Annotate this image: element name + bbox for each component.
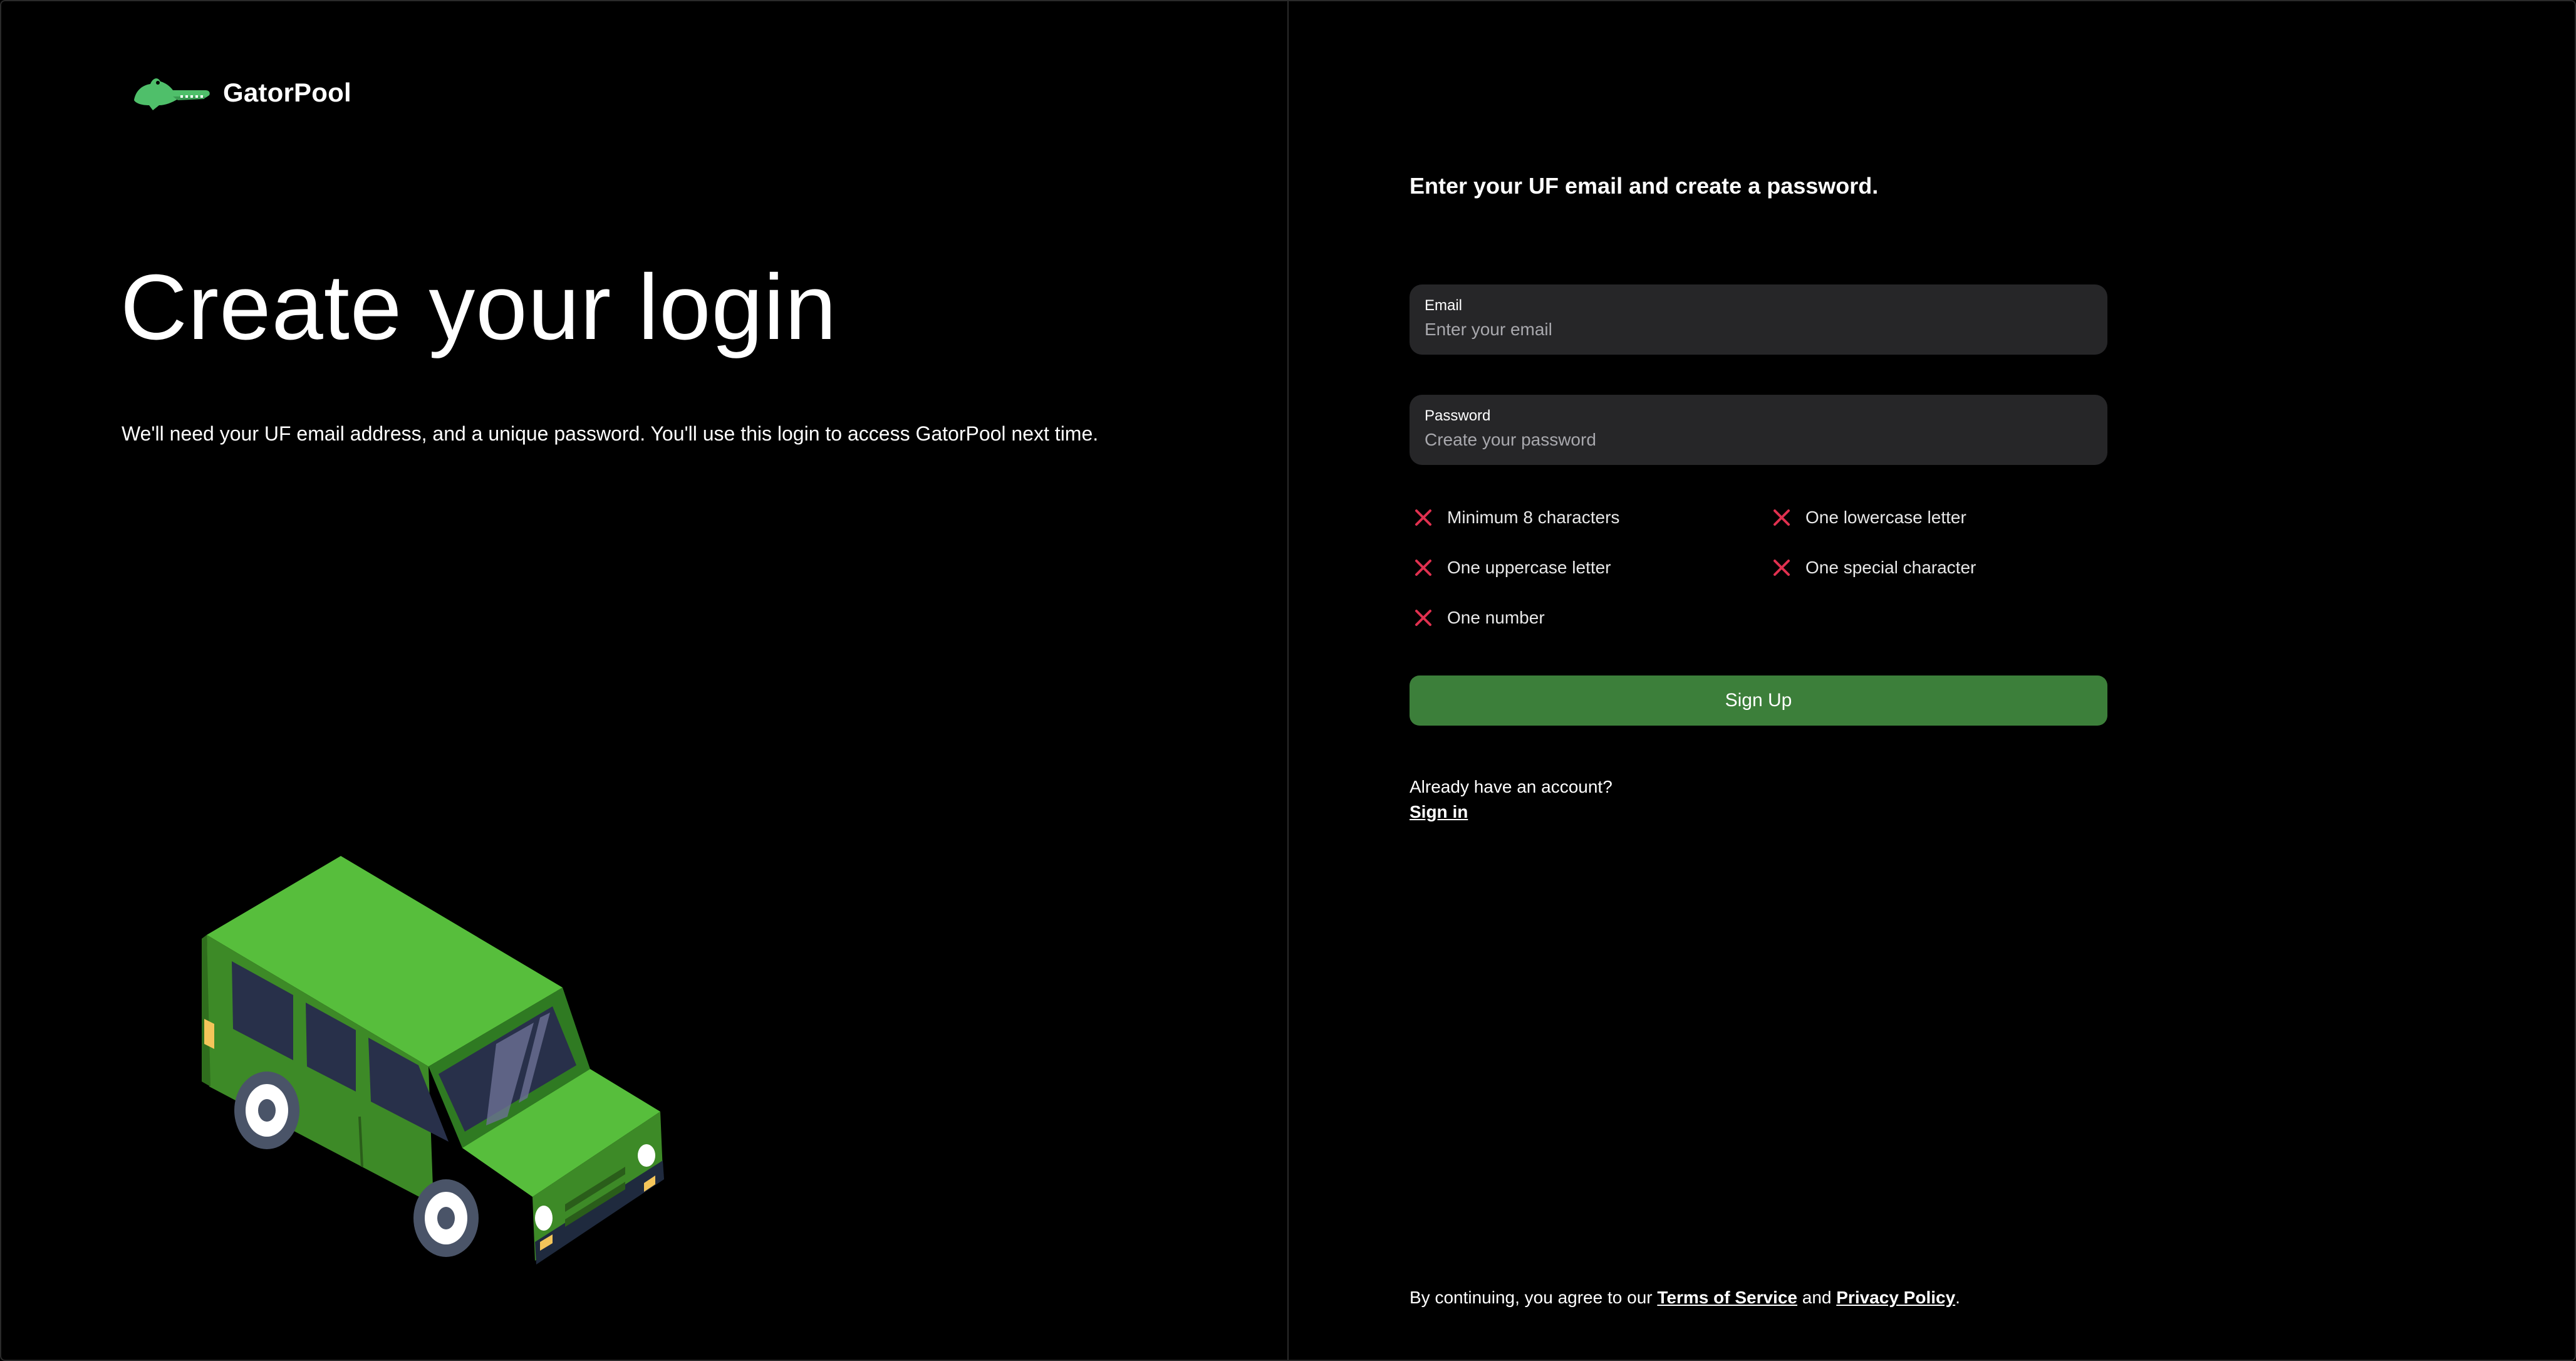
requirement-label: One uppercase letter: [1447, 558, 1611, 577]
page-subtitle: We'll need your UF email address, and a …: [122, 422, 1099, 445]
requirement-label: One lowercase letter: [1805, 508, 1966, 527]
form-heading: Enter your UF email and create a passwor…: [1410, 173, 1879, 199]
x-icon: [1774, 560, 1790, 576]
requirement-min-length: Minimum 8 characters: [1413, 508, 1619, 528]
legal-suffix: .: [1955, 1288, 1960, 1307]
x-icon: [1415, 560, 1431, 576]
green-van-illustration: [202, 853, 678, 1270]
requirement-special: One special character: [1772, 558, 1976, 578]
x-icon: [1774, 509, 1790, 526]
requirement-uppercase: One uppercase letter: [1413, 558, 1611, 578]
requirement-lowercase: One lowercase letter: [1772, 508, 1966, 528]
already-have-account-text: Already have an account?: [1410, 777, 1613, 796]
brand-name: GatorPool: [223, 78, 351, 107]
panel-divider: [1287, 1, 1289, 1360]
email-label: Email: [1425, 297, 1463, 314]
requirement-label: One number: [1447, 608, 1545, 627]
alligator-icon: [132, 74, 212, 112]
x-icon: [1415, 509, 1431, 526]
app-window: GatorPool Create your login We'll need y…: [0, 0, 2576, 1361]
page-title: Create your login: [120, 256, 838, 359]
privacy-policy-link[interactable]: Privacy Policy: [1836, 1288, 1955, 1307]
terms-of-service-link[interactable]: Terms of Service: [1657, 1288, 1797, 1307]
requirement-label: Minimum 8 characters: [1447, 508, 1620, 527]
legal-notice: By continuing, you agree to our Terms of…: [1410, 1288, 1960, 1308]
legal-prefix: By continuing, you agree to our: [1410, 1288, 1658, 1307]
password-field[interactable]: Password: [1410, 395, 2107, 465]
sign-up-button[interactable]: Sign Up: [1410, 675, 2107, 726]
requirement-label: One special character: [1805, 558, 1976, 577]
x-icon: [1415, 610, 1431, 626]
brand-logo[interactable]: GatorPool: [132, 74, 351, 112]
sign-in-link[interactable]: Sign in: [1410, 802, 1468, 822]
email-field[interactable]: Email: [1410, 284, 2107, 355]
requirement-number: One number: [1413, 608, 1545, 628]
password-label: Password: [1425, 407, 1491, 424]
email-input[interactable]: [1425, 320, 2092, 340]
legal-and: and: [1797, 1288, 1837, 1307]
password-input[interactable]: [1425, 430, 2092, 450]
